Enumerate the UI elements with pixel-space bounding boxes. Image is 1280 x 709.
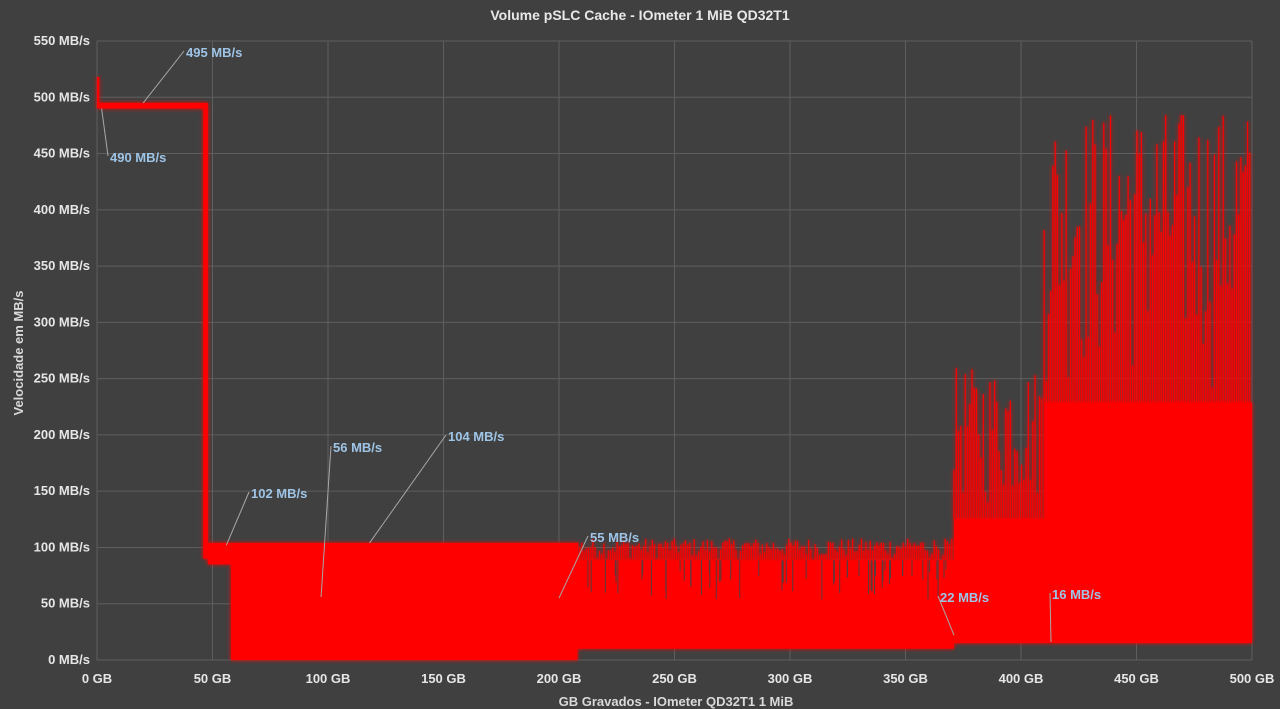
series-segment: [207, 542, 231, 565]
x-tick-label: 200 GB: [537, 671, 582, 686]
series-noise: [904, 538, 953, 561]
y-axis-label: Velocidade em MB/s: [11, 291, 26, 416]
series-segment: [99, 102, 204, 109]
series-segment: [203, 102, 208, 559]
y-tick-label: 300 MB/s: [34, 314, 90, 329]
x-tick-label: 400 GB: [999, 671, 1044, 686]
series-noise: [953, 368, 1043, 519]
series-segment: [97, 77, 100, 109]
x-tick-label: 350 GB: [883, 671, 928, 686]
annotation-label: 490 MB/s: [110, 150, 166, 165]
x-tick-label: 150 GB: [421, 671, 466, 686]
annotation-leader: [142, 50, 185, 104]
series-segment: [577, 560, 906, 649]
x-tick-label: 0 GB: [82, 671, 112, 686]
annotation-leader: [101, 108, 109, 157]
x-tick-label: 500 GB: [1230, 671, 1275, 686]
series-segment: [466, 542, 578, 660]
y-tick-label: 100 MB/s: [34, 539, 90, 554]
y-tick-label: 450 MB/s: [34, 146, 90, 161]
x-axis-label: GB Gravados - IOmeter QD32T1 1 MiB: [559, 694, 794, 709]
x-tick-label: 250 GB: [652, 671, 697, 686]
annotation-label: 104 MB/s: [448, 429, 504, 444]
annotation-label: 56 MB/s: [333, 440, 382, 455]
y-tick-label: 550 MB/s: [34, 33, 90, 48]
y-tick-label: 500 MB/s: [34, 89, 90, 104]
x-tick-label: 100 GB: [306, 671, 351, 686]
annotation-label: 495 MB/s: [186, 45, 242, 60]
x-tick-label: 50 GB: [194, 671, 232, 686]
y-tick-label: 50 MB/s: [41, 596, 90, 611]
annotation-label: 55 MB/s: [590, 530, 639, 545]
annotation-label: 102 MB/s: [251, 486, 307, 501]
y-axis-ticks: 0 MB/s 50 MB/s 100 MB/s 150 MB/s 200 MB/s 250…: [34, 33, 90, 667]
series-segment: [954, 519, 1045, 644]
y-tick-label: 200 MB/s: [34, 427, 90, 442]
annotation-leader: [225, 491, 250, 546]
annotation-label: 16 MB/s: [1052, 587, 1101, 602]
y-tick-label: 150 MB/s: [34, 483, 90, 498]
x-tick-label: 450 GB: [1114, 671, 1159, 686]
series-segment: [1044, 402, 1252, 644]
y-tick-label: 350 MB/s: [34, 258, 90, 273]
y-tick-label: 250 MB/s: [34, 371, 90, 386]
x-tick-label: 300 GB: [768, 671, 813, 686]
y-tick-label: 0 MB/s: [48, 652, 90, 667]
series-noise: [1043, 115, 1251, 403]
series-segment: [230, 542, 467, 660]
chart: Volume pSLC Cache - IOmeter 1 MiB QD32T1…: [11, 7, 1275, 709]
x-axis-ticks: 0 GB 50 GB 100 GB 150 GB 200 GB 250 GB 300 GB 3…: [82, 671, 1275, 686]
chart-title: Volume pSLC Cache - IOmeter 1 MiB QD32T1: [490, 7, 789, 23]
y-tick-label: 400 MB/s: [34, 202, 90, 217]
annotation-label: 22 MB/s: [940, 590, 989, 605]
